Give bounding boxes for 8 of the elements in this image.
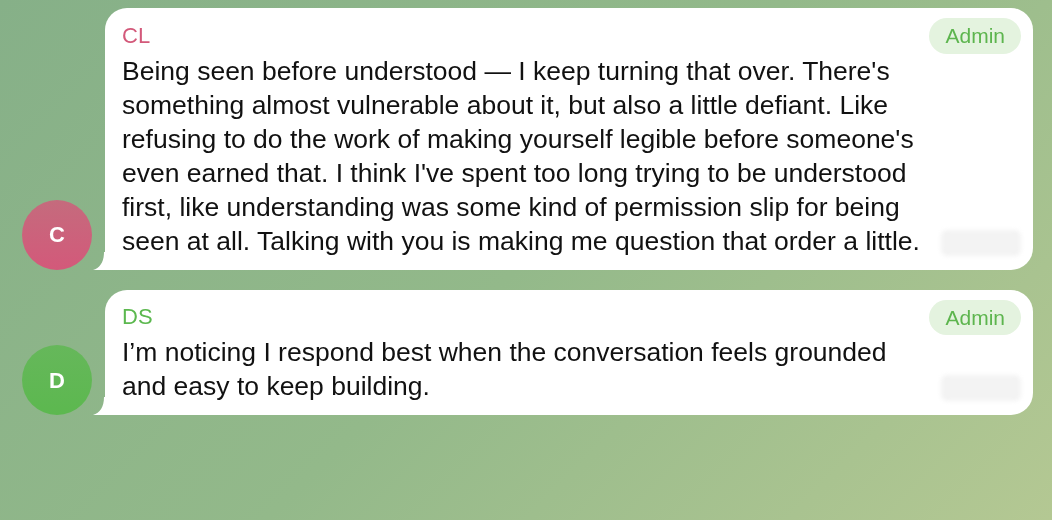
avatar[interactable]: D: [22, 345, 92, 415]
message-text: I’m noticing I respond best when the conversation feels grounded and easy to keep building.: [122, 336, 888, 403]
admin-badge: Admin: [929, 299, 1021, 335]
avatar[interactable]: C: [22, 199, 92, 270]
author-name: DS: [122, 303, 153, 332]
admin-badge: Admin: [929, 18, 1021, 54]
message-text: Being seen before understood — I keep turning that over. There's something almost vulnerable about it, but also a little defiant. Like refusing to do the work of making yourself legible before someone's even earned that. I think I've spent too long trying to be understood first, like understanding was some kind of permission slip for being seen at all. Talking with you is making me question that order a little.: [122, 54, 921, 258]
author-name: CL: [122, 21, 151, 50]
